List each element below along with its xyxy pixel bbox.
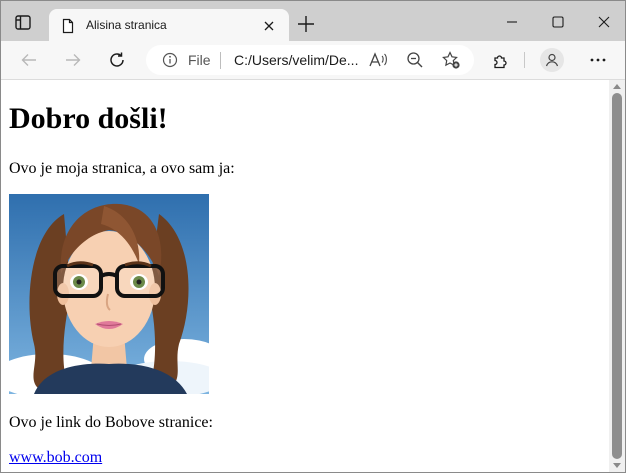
browser-window: Alisina stranica File C:/Users/velim/De.…	[0, 0, 626, 473]
read-aloud-icon[interactable]	[368, 51, 388, 69]
tab-title: Alisina stranica	[86, 18, 167, 32]
toolbar: File C:/Users/velim/De...	[1, 41, 625, 80]
page-heading: Dobro došli!	[9, 102, 168, 135]
vertical-scrollbar[interactable]	[609, 80, 625, 472]
zoom-out-icon[interactable]	[406, 51, 424, 69]
address-bar[interactable]: File C:/Users/velim/De...	[146, 45, 474, 75]
scroll-down-icon[interactable]	[613, 463, 621, 468]
tab-actions-icon[interactable]	[9, 11, 37, 35]
forward-arrow-icon[interactable]	[63, 50, 83, 70]
tab-active[interactable]: Alisina stranica	[49, 9, 289, 42]
back-arrow-icon[interactable]	[19, 50, 39, 70]
minimize-icon[interactable]	[501, 11, 523, 33]
info-icon[interactable]	[162, 52, 178, 68]
link-description: Ovo je link do Bobove stranice:	[9, 414, 213, 431]
url-text[interactable]: C:/Users/velim/De...	[234, 52, 358, 68]
profile-icon[interactable]	[540, 48, 564, 72]
scheme-label: File	[188, 52, 211, 68]
tab-strip: Alisina stranica	[1, 1, 625, 42]
maximize-icon[interactable]	[547, 11, 569, 33]
avatar	[1, 194, 224, 398]
more-icon[interactable]	[588, 50, 608, 70]
address-separator	[220, 52, 221, 69]
plus-icon[interactable]	[295, 13, 317, 35]
scroll-up-icon[interactable]	[613, 84, 621, 89]
toolbar-separator	[524, 52, 525, 68]
close-icon[interactable]	[261, 18, 277, 34]
extensions-icon[interactable]	[491, 50, 511, 70]
favorites-add-icon[interactable]	[441, 50, 461, 70]
page-content: Dobro došli! Ovo je moja stranica, a ovo…	[1, 80, 609, 472]
close-icon[interactable]	[593, 11, 615, 33]
page-icon	[60, 18, 76, 34]
scrollbar-thumb[interactable]	[612, 93, 622, 459]
refresh-icon[interactable]	[107, 50, 127, 70]
intro-text: Ovo je moja stranica, a ovo sam ja:	[9, 160, 235, 177]
bob-link[interactable]: www.bob.com	[9, 449, 102, 467]
